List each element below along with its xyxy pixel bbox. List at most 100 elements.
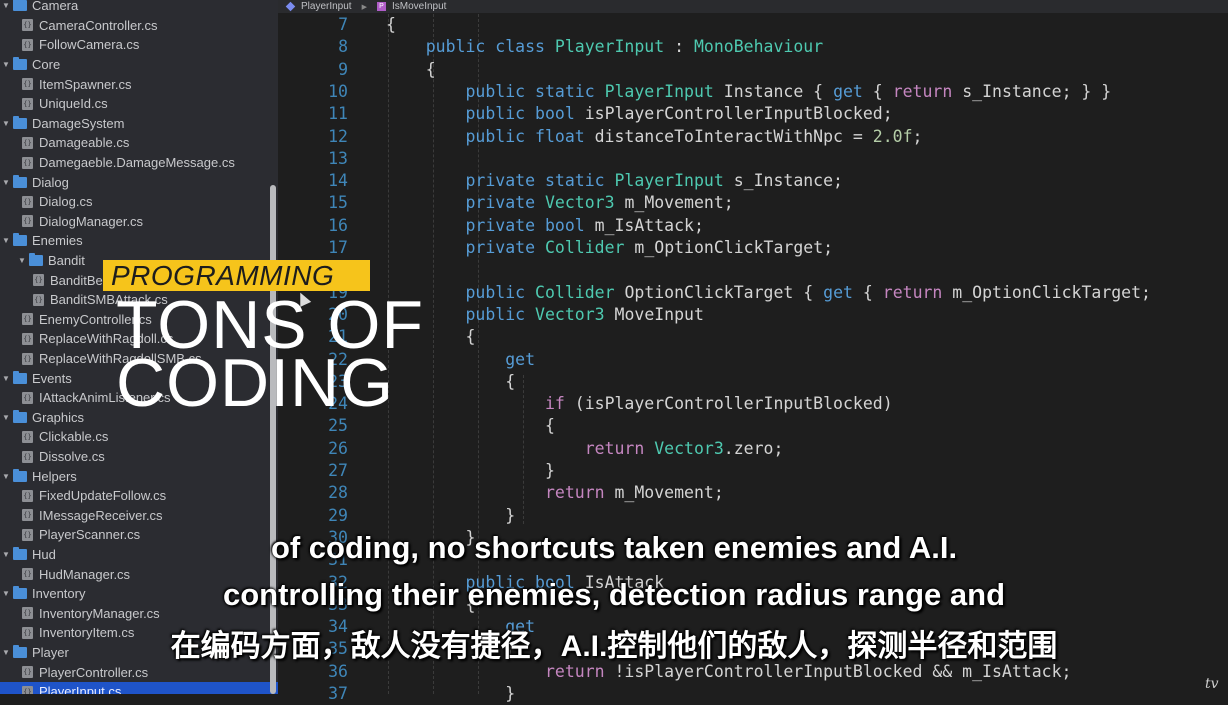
- disclosure-triangle-icon[interactable]: ▼: [2, 236, 10, 245]
- tree-file[interactable]: {} Clickable.cs: [0, 427, 278, 447]
- disclosure-triangle-icon[interactable]: ▼: [2, 60, 10, 69]
- tree-item-label: DialogManager.cs: [39, 213, 144, 229]
- line-number: 10: [328, 81, 348, 101]
- code-line[interactable]: 25 {: [278, 415, 1228, 437]
- folder-icon: [13, 0, 27, 12]
- code-line[interactable]: 15 private Vector3 m_Movement;: [278, 192, 1228, 214]
- code-token: public: [465, 304, 536, 324]
- code-line[interactable]: 27 }: [278, 460, 1228, 482]
- csharp-file-icon: {}: [22, 489, 33, 502]
- code-token: (isPlayerControllerInputBlocked): [564, 394, 893, 414]
- disclosure-triangle-icon[interactable]: ▼: [2, 374, 10, 383]
- overlay-headline-line2: CODING: [116, 345, 394, 421]
- csharp-file-icon: {}: [22, 332, 33, 345]
- tree-item-label: DamageSystem: [32, 115, 125, 131]
- code-line[interactable]: 9 {: [278, 59, 1228, 81]
- subtitle-line-2: controlling their enemies, detection rad…: [222, 577, 1006, 612]
- code-line[interactable]: 10 public static PlayerInput Instance { …: [278, 81, 1228, 103]
- tree-item-label: Graphics: [32, 409, 85, 425]
- code-line[interactable]: 37 }: [278, 683, 1228, 705]
- tree-file[interactable]: {} ItemSpawner.cs: [0, 74, 278, 94]
- tree-folder[interactable]: ▼ Camera: [0, 0, 270, 16]
- code-line[interactable]: 13: [278, 148, 1228, 170]
- tree-folder[interactable]: ▼ Dialog: [0, 172, 270, 192]
- csharp-file-icon: {}: [22, 685, 33, 694]
- csharp-file-icon: {}: [22, 19, 33, 32]
- disclosure-triangle-icon[interactable]: ▼: [2, 1, 10, 10]
- code-text: {: [386, 59, 436, 81]
- code-token: s_Instance;: [723, 171, 843, 191]
- code-text: private bool m_IsAttack;: [386, 215, 703, 237]
- code-token: Vector3: [654, 438, 724, 458]
- code-text: private Collider m_OptionClickTarget;: [386, 237, 833, 259]
- disclosure-triangle-icon[interactable]: ▼: [18, 256, 26, 265]
- tree-file[interactable]: {} Dissolve.cs: [0, 447, 278, 467]
- breadcrumb-class[interactable]: PlayerInput: [301, 1, 352, 12]
- code-text: private static PlayerInput s_Instance;: [386, 170, 843, 192]
- code-text: {: [386, 415, 555, 437]
- code-token: Instance {: [713, 81, 834, 101]
- tree-file[interactable]: {} FixedUpdateFollow.cs: [0, 486, 278, 506]
- code-token: isPlayerControllerInputBlocked;: [584, 104, 893, 124]
- tree-folder[interactable]: ▼ Core: [0, 55, 270, 75]
- code-line[interactable]: 16 private bool m_IsAttack;: [278, 215, 1228, 237]
- tree-item-label: Bandit: [48, 253, 85, 269]
- subtitle-line-3: 在编码方面，敌人没有捷径，A.I.控制他们的敌人，探测半径和范围: [170, 630, 1058, 663]
- tree-folder[interactable]: ▼ Enemies: [0, 231, 270, 251]
- tree-file[interactable]: {} UniqueId.cs: [0, 94, 278, 114]
- code-line[interactable]: 8 public class PlayerInput : MonoBehavio…: [278, 36, 1228, 58]
- breadcrumb-member[interactable]: IsMoveInput: [392, 1, 446, 12]
- tree-file[interactable]: {} Damageable.cs: [0, 133, 278, 153]
- code-token: public float: [465, 126, 595, 146]
- code-token: get: [505, 349, 536, 369]
- folder-icon: [13, 233, 27, 247]
- folder-icon: [29, 253, 43, 267]
- disclosure-triangle-icon[interactable]: ▼: [2, 119, 10, 128]
- tree-file[interactable]: {} Damegaeble.DamageMessage.cs: [0, 153, 278, 173]
- code-token: :: [664, 37, 694, 57]
- tree-file[interactable]: {} CameraController.cs: [0, 16, 278, 36]
- tree-item-label: UniqueId.cs: [39, 96, 108, 112]
- code-line[interactable]: 18: [278, 259, 1228, 281]
- tree-file[interactable]: {} DialogManager.cs: [0, 212, 278, 232]
- csharp-file-icon: {}: [22, 450, 33, 463]
- disclosure-triangle-icon[interactable]: ▼: [2, 472, 10, 481]
- code-token: private static: [465, 171, 615, 191]
- subtitle-line-1: of coding, no shortcuts taken enemies an…: [270, 530, 958, 565]
- code-line[interactable]: 26 return Vector3.zero;: [278, 438, 1228, 460]
- code-line[interactable]: 11 public bool isPlayerControllerInputBl…: [278, 103, 1228, 125]
- tree-file[interactable]: {} FollowCamera.cs: [0, 35, 278, 55]
- tree-item-label: PlayerInput.cs: [39, 684, 122, 694]
- code-token: Vector3: [544, 193, 615, 213]
- code-line[interactable]: 14 private static PlayerInput s_Instance…: [278, 170, 1228, 192]
- code-line[interactable]: 7{: [278, 14, 1228, 36]
- tree-item-label: Damageable.cs: [39, 135, 130, 151]
- csharp-file-icon: {}: [33, 293, 44, 306]
- code-token: return: [882, 282, 943, 302]
- code-token: distanceToInteractWithNpc =: [594, 126, 873, 146]
- code-token: Collider: [544, 238, 625, 257]
- tree-file[interactable]: {} IMessageReceiver.cs: [0, 506, 278, 526]
- disclosure-triangle-icon[interactable]: ▼: [2, 413, 10, 422]
- code-token: .zero;: [723, 438, 784, 458]
- tree-item-label: Helpers: [32, 468, 77, 484]
- disclosure-triangle-icon[interactable]: ▼: [2, 178, 10, 187]
- tree-folder[interactable]: ▼ DamageSystem: [0, 114, 270, 134]
- tree-folder[interactable]: ▼ Helpers: [0, 466, 270, 486]
- tree-file[interactable]: {} PlayerInput.cs: [0, 682, 278, 694]
- csharp-file-icon: {}: [22, 391, 33, 404]
- code-line[interactable]: 28 return m_Movement;: [278, 482, 1228, 504]
- code-line[interactable]: 17 private Collider m_OptionClickTarget;: [278, 237, 1228, 259]
- tree-file[interactable]: {} PlayerController.cs: [0, 662, 278, 682]
- code-text: public Vector3 MoveInput: [386, 304, 703, 326]
- tree-file[interactable]: {} Dialog.cs: [0, 192, 278, 212]
- folder-icon: [13, 174, 27, 188]
- line-number: 13: [328, 148, 348, 168]
- code-line[interactable]: 12 public float distanceToInteractWithNp…: [278, 126, 1228, 148]
- code-line[interactable]: 29 }: [278, 505, 1228, 527]
